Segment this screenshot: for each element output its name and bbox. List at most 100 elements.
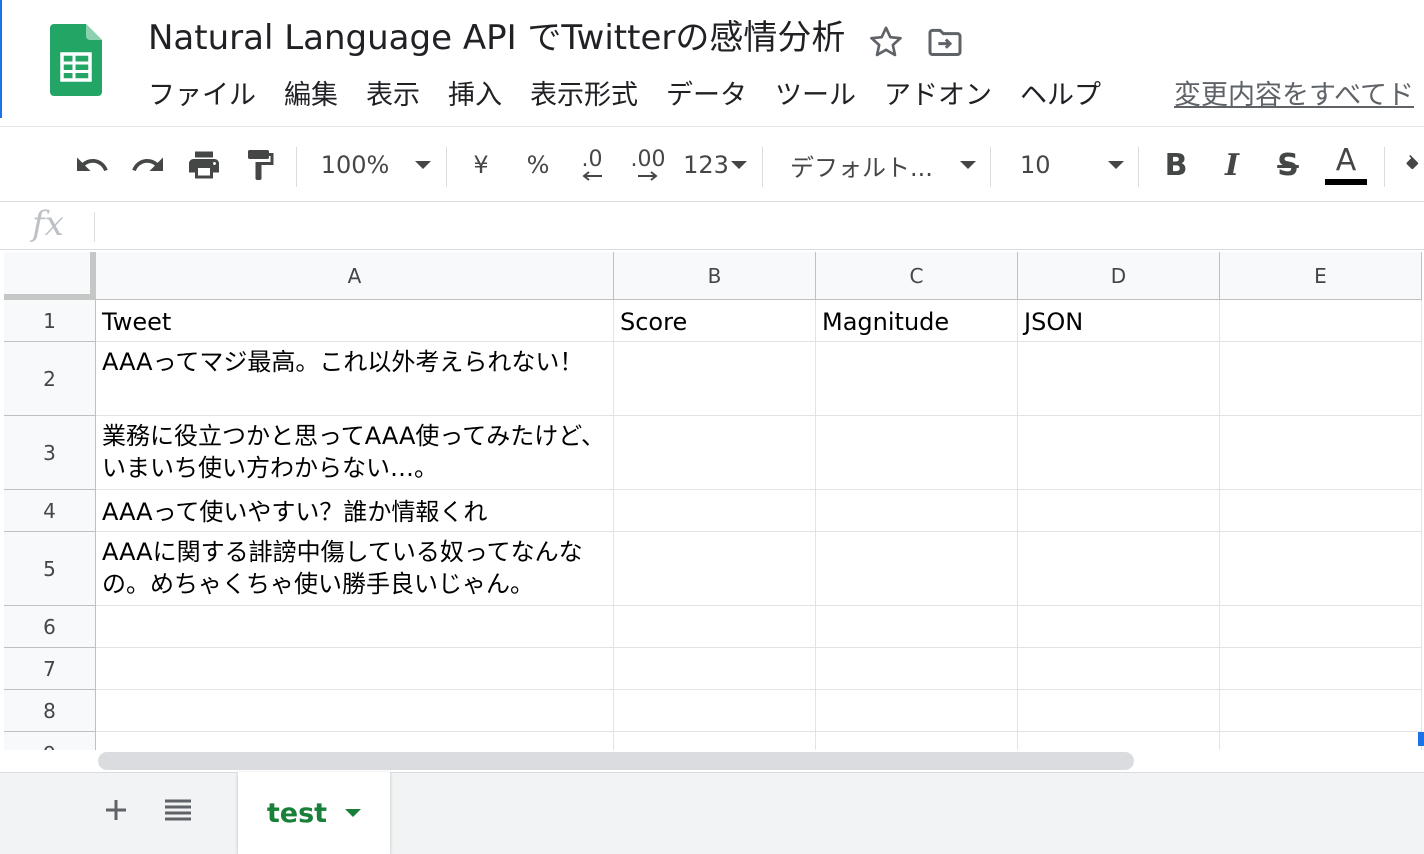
menu-view[interactable]: 表示 bbox=[366, 76, 420, 116]
cell-d3[interactable] bbox=[1018, 416, 1220, 490]
cell-d4[interactable] bbox=[1018, 490, 1220, 532]
menu-insert[interactable]: 挿入 bbox=[448, 76, 502, 116]
cell-b9[interactable] bbox=[614, 732, 816, 750]
cell-d9[interactable] bbox=[1018, 732, 1220, 750]
last-edit-link[interactable]: 変更内容をすべてド bbox=[1174, 76, 1414, 116]
decrease-decimal-button[interactable]: .0 bbox=[572, 127, 612, 203]
cell-d7[interactable] bbox=[1018, 648, 1220, 690]
row-header-3[interactable]: 3 bbox=[4, 416, 96, 490]
fill-color-icon[interactable] bbox=[1404, 127, 1424, 203]
cell-a1[interactable]: Tweet bbox=[96, 300, 614, 342]
menu-data[interactable]: データ bbox=[666, 76, 747, 116]
paint-format-icon[interactable] bbox=[240, 127, 280, 203]
cell-d8[interactable] bbox=[1018, 690, 1220, 732]
row-header-6[interactable]: 6 bbox=[4, 606, 96, 648]
cell-e4[interactable] bbox=[1220, 490, 1422, 532]
chevron-down-icon[interactable] bbox=[345, 809, 362, 817]
sheets-logo-icon[interactable] bbox=[50, 24, 102, 96]
cell-e5[interactable] bbox=[1220, 532, 1422, 606]
cell-e7[interactable] bbox=[1220, 648, 1422, 690]
cell-e2[interactable] bbox=[1220, 342, 1422, 416]
column-header-b[interactable]: B bbox=[614, 252, 816, 300]
all-sheets-button[interactable] bbox=[160, 790, 196, 830]
cell-a3[interactable]: 業務に役立つかと思ってAAA使ってみたけど、いまいち使い方わからない…。 bbox=[96, 416, 614, 490]
print-icon[interactable] bbox=[184, 127, 224, 203]
star-icon[interactable] bbox=[866, 22, 906, 62]
cell-b1[interactable]: Score bbox=[614, 300, 816, 342]
horizontal-scrollbar[interactable] bbox=[98, 752, 1134, 770]
percent-format-button[interactable]: % bbox=[520, 127, 556, 203]
undo-icon[interactable] bbox=[72, 127, 112, 203]
strikethrough-button[interactable]: S bbox=[1268, 127, 1308, 203]
menu-tools[interactable]: ツール bbox=[775, 76, 856, 116]
select-all-corner[interactable] bbox=[4, 252, 96, 300]
cell-d5[interactable] bbox=[1018, 532, 1220, 606]
cell-a7[interactable] bbox=[96, 648, 614, 690]
menu-addons[interactable]: アドオン bbox=[884, 76, 992, 116]
increase-decimal-button[interactable]: .00 bbox=[626, 127, 670, 203]
row-header-4[interactable]: 4 bbox=[4, 490, 96, 532]
cell-a2[interactable]: AAAってマジ最高。これ以外考えられない！ bbox=[96, 342, 614, 416]
cell-d1[interactable]: JSON bbox=[1018, 300, 1220, 342]
cell-c3[interactable] bbox=[816, 416, 1018, 490]
cell-e9[interactable] bbox=[1220, 732, 1422, 750]
italic-button[interactable]: I bbox=[1212, 127, 1252, 203]
strikethrough-label: S bbox=[1277, 147, 1299, 183]
cell-a4[interactable]: AAAって使いやすい？誰か情報くれ bbox=[96, 490, 614, 532]
menu-edit[interactable]: 編集 bbox=[284, 76, 338, 116]
menu-help[interactable]: ヘルプ bbox=[1020, 76, 1101, 116]
menu-format[interactable]: 表示形式 bbox=[530, 76, 638, 116]
cell-c8[interactable] bbox=[816, 690, 1018, 732]
cell-e6[interactable] bbox=[1220, 606, 1422, 648]
cell-b5[interactable] bbox=[614, 532, 816, 606]
cell-e1[interactable] bbox=[1220, 300, 1422, 342]
add-sheet-button[interactable] bbox=[98, 790, 134, 830]
row-header-8[interactable]: 8 bbox=[4, 690, 96, 732]
bold-button[interactable]: B bbox=[1156, 127, 1196, 203]
cell-b3[interactable] bbox=[614, 416, 816, 490]
font-family-select[interactable]: デフォルト... bbox=[790, 127, 976, 203]
cell-b8[interactable] bbox=[614, 690, 816, 732]
cell-c7[interactable] bbox=[816, 648, 1018, 690]
cell-a6[interactable] bbox=[96, 606, 614, 648]
font-size-select[interactable]: 10 bbox=[1020, 127, 1124, 203]
cell-a8[interactable] bbox=[96, 690, 614, 732]
plus-icon bbox=[106, 800, 126, 820]
row-header-9[interactable]: 9 bbox=[4, 732, 96, 750]
cell-b4[interactable] bbox=[614, 490, 816, 532]
row-header-2[interactable]: 2 bbox=[4, 342, 96, 416]
menu-file[interactable]: ファイル bbox=[148, 76, 256, 116]
column-header-d[interactable]: D bbox=[1018, 252, 1220, 300]
cell-c4[interactable] bbox=[816, 490, 1018, 532]
cell-c1[interactable]: Magnitude bbox=[816, 300, 1018, 342]
cell-d2[interactable] bbox=[1018, 342, 1220, 416]
move-folder-icon[interactable] bbox=[924, 22, 966, 62]
sheet-tab-test[interactable]: test bbox=[238, 772, 390, 854]
cell-c2[interactable] bbox=[816, 342, 1018, 416]
redo-icon[interactable] bbox=[128, 127, 168, 203]
zoom-select[interactable]: 100% bbox=[318, 127, 434, 203]
cell-b7[interactable] bbox=[614, 648, 816, 690]
more-formats-button[interactable]: 123 bbox=[682, 127, 748, 203]
cell-c5[interactable] bbox=[816, 532, 1018, 606]
column-header-c[interactable]: C bbox=[816, 252, 1018, 300]
row-header-5[interactable]: 5 bbox=[4, 532, 96, 606]
column-header-a[interactable]: A bbox=[96, 252, 614, 300]
cell-c6[interactable] bbox=[816, 606, 1018, 648]
row-header-7[interactable]: 7 bbox=[4, 648, 96, 690]
cell-c9[interactable] bbox=[816, 732, 1018, 750]
cell-b2[interactable] bbox=[614, 342, 816, 416]
cell-e8[interactable] bbox=[1220, 690, 1422, 732]
cell-a5[interactable]: AAAに関する誹謗中傷している奴ってなんなの。めちゃくちゃ使い勝手良いじゃん。 bbox=[96, 532, 614, 606]
cell-d6[interactable] bbox=[1018, 606, 1220, 648]
cell-b6[interactable] bbox=[614, 606, 816, 648]
row-header-1[interactable]: 1 bbox=[4, 300, 96, 342]
currency-format-button[interactable]: ¥ bbox=[464, 127, 498, 203]
cell-a9[interactable] bbox=[96, 732, 614, 750]
column-header-e[interactable]: E bbox=[1220, 252, 1422, 300]
spreadsheet-grid[interactable]: A B C D E 1 2 3 4 5 6 7 8 9 Tweet Score … bbox=[4, 252, 1424, 750]
cell-e3[interactable] bbox=[1220, 416, 1422, 490]
text-color-button[interactable]: A bbox=[1324, 127, 1368, 203]
formula-bar[interactable] bbox=[0, 202, 1424, 250]
document-title[interactable]: Natural Language API でTwitterの感情分析 bbox=[148, 16, 845, 60]
